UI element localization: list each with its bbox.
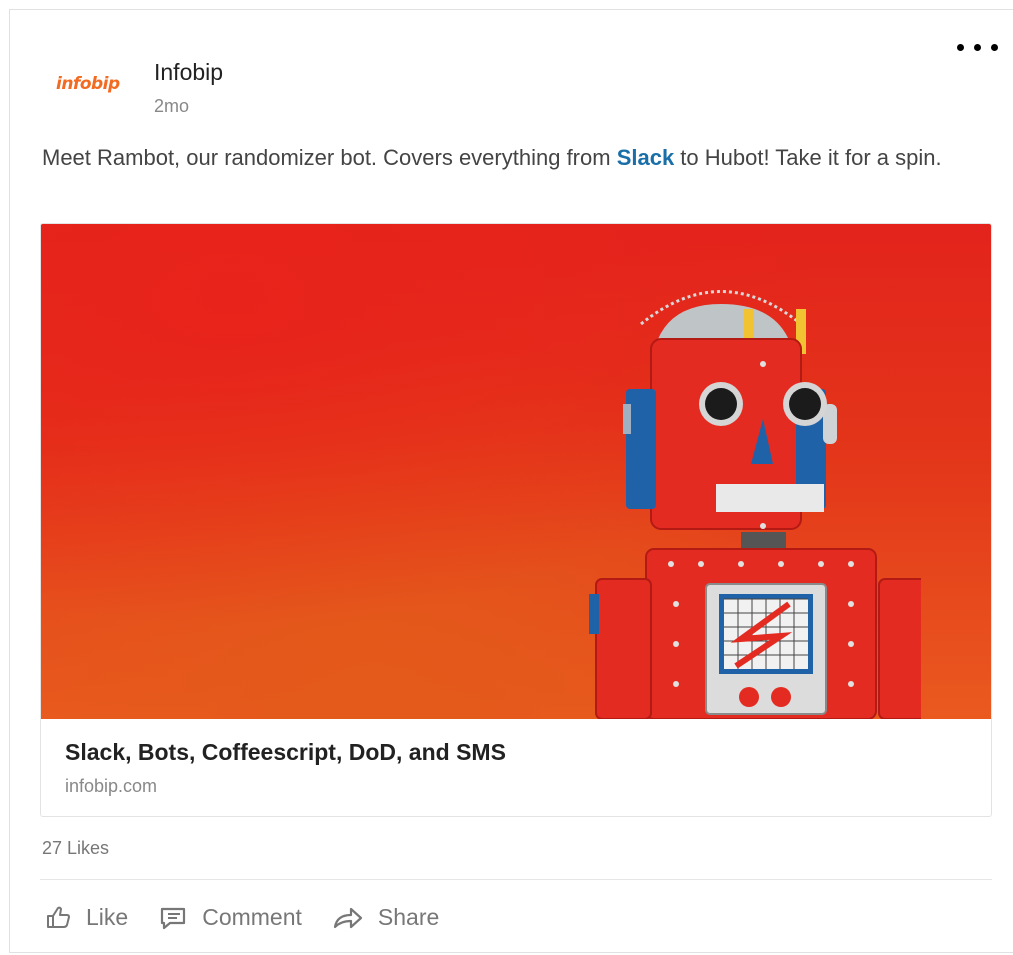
more-dot [957, 44, 964, 51]
post-timestamp: 2mo [154, 96, 190, 116]
action-bar: Like Comment Share [44, 900, 469, 934]
post-text-start: Meet Rambot, our randomizer bot. Covers … [42, 145, 617, 170]
author-name[interactable]: Infobip [154, 59, 223, 86]
slack-link[interactable]: Slack [617, 145, 675, 170]
robot-illustration [589, 290, 921, 719]
comment-icon [161, 907, 186, 930]
link-preview-domain: infobip.com [65, 776, 158, 796]
divider [40, 879, 992, 880]
likes-count[interactable]: 27 Likes [42, 838, 109, 859]
share-label: Share [377, 903, 440, 930]
comment-label: Comment [202, 903, 302, 930]
link-preview-title[interactable]: Slack, Bots, Coffeescript, DoD, and SMS [65, 739, 506, 766]
link-preview-card[interactable]: Slack, Bots, Coffeescript, DoD, and SMS … [40, 223, 992, 817]
link-preview-image[interactable] [41, 224, 991, 719]
share-button[interactable]: Share [332, 900, 439, 934]
post-text: Meet Rambot, our randomizer bot. Covers … [42, 140, 987, 176]
more-dot [991, 44, 998, 51]
post-text-end: to Hubot! Take it for a spin. [674, 145, 942, 170]
more-dot [974, 44, 981, 51]
share-arrow-icon [333, 907, 363, 929]
comment-button[interactable]: Comment [158, 900, 302, 934]
thumbs-up-icon [47, 906, 70, 928]
like-button[interactable]: Like [44, 900, 128, 934]
company-logo[interactable]: infobip [56, 74, 120, 94]
more-options-icon[interactable] [955, 34, 999, 58]
like-label: Like [86, 903, 129, 930]
